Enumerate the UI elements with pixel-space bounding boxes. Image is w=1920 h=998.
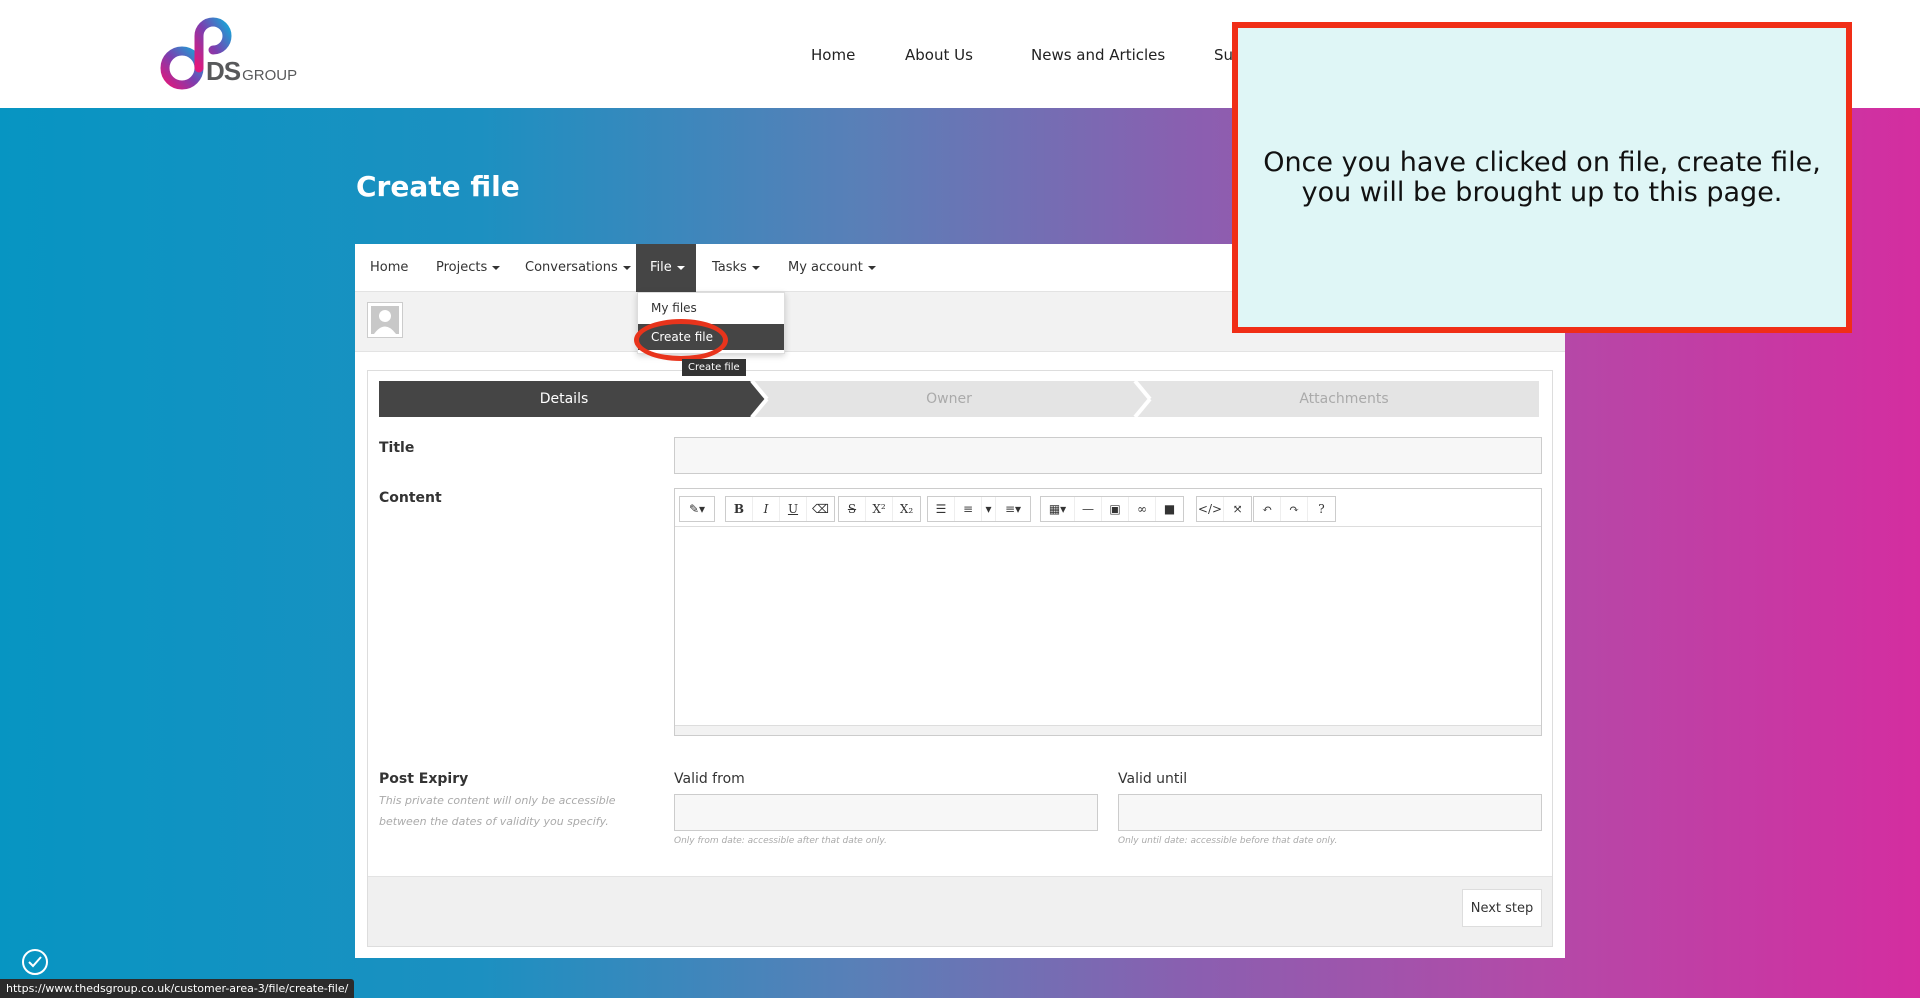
click-highlight-ring bbox=[634, 319, 728, 361]
avatar[interactable] bbox=[367, 302, 403, 338]
cookie-consent-icon[interactable] bbox=[20, 947, 50, 977]
redo-icon[interactable]: ↷ bbox=[1281, 497, 1308, 521]
panel-nav-tasks[interactable]: Tasks bbox=[712, 244, 760, 292]
eraser-icon[interactable]: ⌫ bbox=[807, 497, 834, 521]
undo-icon[interactable]: ↶ bbox=[1254, 497, 1281, 521]
caret-down-icon bbox=[751, 265, 760, 270]
caret-down-icon bbox=[492, 265, 501, 270]
ordered-list-icon[interactable]: ≡ bbox=[955, 497, 982, 521]
panel-nav-file[interactable]: File bbox=[636, 244, 696, 292]
underline-icon[interactable]: U bbox=[780, 497, 807, 521]
panel-nav-projects[interactable]: Projects bbox=[436, 244, 501, 292]
post-expiry-help-1: This private content will only be access… bbox=[379, 794, 616, 807]
caret-down-icon bbox=[867, 265, 876, 270]
valid-from-help: Only from date: accessible after that da… bbox=[674, 836, 887, 846]
caret-down-icon bbox=[622, 265, 631, 270]
content-editor[interactable]: ✎▾ B I U ⌫ S X² X₂ ☰ ≡ ▾ ≡▾ ▦▾ — ▣ ∞ ■ <… bbox=[674, 488, 1542, 736]
subscript-icon[interactable]: X₂ bbox=[893, 497, 920, 521]
bold-icon[interactable]: B bbox=[726, 497, 753, 521]
valid-from-input[interactable] bbox=[674, 794, 1098, 831]
unordered-list-icon[interactable]: ☰ bbox=[928, 497, 955, 521]
title-input[interactable] bbox=[674, 437, 1542, 474]
post-expiry-help-2: between the dates of validity you specif… bbox=[379, 815, 609, 828]
toolbar-group-insert: ▦▾ — ▣ ∞ ■ bbox=[1040, 496, 1184, 522]
editor-resize-handle[interactable] bbox=[675, 725, 1541, 735]
code-view-icon[interactable]: </> bbox=[1197, 497, 1224, 521]
top-nav-home[interactable]: Home bbox=[811, 46, 855, 64]
customer-panel: Home Projects Conversations File Tasks M… bbox=[355, 244, 1565, 958]
panel-nav-my-account[interactable]: My account bbox=[788, 244, 876, 292]
content-label: Content bbox=[379, 490, 442, 506]
status-bar-url: https://www.thedsgroup.co.uk/customer-ar… bbox=[0, 979, 355, 998]
step-details[interactable]: Details bbox=[379, 381, 749, 417]
video-icon[interactable]: ■ bbox=[1156, 497, 1183, 521]
align-icon[interactable]: ≡▾ bbox=[996, 497, 1030, 521]
step-owner[interactable]: Owner bbox=[767, 381, 1131, 417]
toolbar-group-script: S X² X₂ bbox=[838, 496, 921, 522]
top-nav-support[interactable]: Su bbox=[1214, 46, 1233, 64]
valid-from-label: Valid from bbox=[674, 771, 745, 787]
toolbar-group-history: ↶ ↷ ? bbox=[1253, 496, 1336, 522]
post-expiry-label: Post Expiry bbox=[379, 771, 469, 787]
caret-down-icon bbox=[676, 265, 685, 270]
panel-nav-home[interactable]: Home bbox=[370, 244, 408, 292]
toolbar-group-style: ✎▾ bbox=[679, 496, 715, 522]
panel-nav-conversations[interactable]: Conversations bbox=[525, 244, 631, 292]
toolbar-group-view: </> ⤧ bbox=[1196, 496, 1252, 522]
user-silhouette-icon bbox=[371, 306, 399, 334]
link-icon[interactable]: ∞ bbox=[1129, 497, 1156, 521]
form-footer bbox=[368, 876, 1552, 946]
valid-until-help: Only until date: accessible before that … bbox=[1118, 836, 1338, 846]
strikethrough-icon[interactable]: S bbox=[839, 497, 866, 521]
create-file-tooltip: Create file bbox=[682, 359, 746, 376]
top-nav-news[interactable]: News and Articles bbox=[1031, 46, 1165, 64]
italic-icon[interactable]: I bbox=[753, 497, 780, 521]
next-step-button[interactable]: Next step bbox=[1462, 889, 1542, 927]
magic-wand-icon[interactable]: ✎▾ bbox=[680, 497, 714, 521]
logo-wordmark: DS GROUP bbox=[206, 56, 298, 86]
help-icon[interactable]: ? bbox=[1308, 497, 1335, 521]
fullscreen-icon[interactable]: ⤧ bbox=[1224, 497, 1251, 521]
step-attachments[interactable]: Attachments bbox=[1149, 381, 1539, 417]
superscript-icon[interactable]: X² bbox=[866, 497, 893, 521]
tutorial-callout: Once you have clicked on file, create fi… bbox=[1232, 22, 1852, 333]
toolbar-group-font: B I U ⌫ bbox=[725, 496, 835, 522]
dropdown-my-files[interactable]: My files bbox=[638, 295, 784, 321]
top-nav-about[interactable]: About Us bbox=[905, 46, 973, 64]
toolbar-group-para: ☰ ≡ ▾ ≡▾ bbox=[927, 496, 1031, 522]
editor-toolbar: ✎▾ B I U ⌫ S X² X₂ ☰ ≡ ▾ ≡▾ ▦▾ — ▣ ∞ ■ <… bbox=[675, 489, 1541, 527]
callout-text: Once you have clicked on file, create fi… bbox=[1263, 147, 1821, 208]
title-label: Title bbox=[379, 440, 415, 456]
image-icon[interactable]: ▣ bbox=[1102, 497, 1129, 521]
valid-until-input[interactable] bbox=[1118, 794, 1542, 831]
valid-until-label: Valid until bbox=[1118, 771, 1188, 787]
horizontal-rule-icon[interactable]: — bbox=[1075, 497, 1102, 521]
list-dropdown-icon[interactable]: ▾ bbox=[982, 497, 996, 521]
table-icon[interactable]: ▦▾ bbox=[1041, 497, 1075, 521]
page-title: Create file bbox=[356, 170, 520, 203]
